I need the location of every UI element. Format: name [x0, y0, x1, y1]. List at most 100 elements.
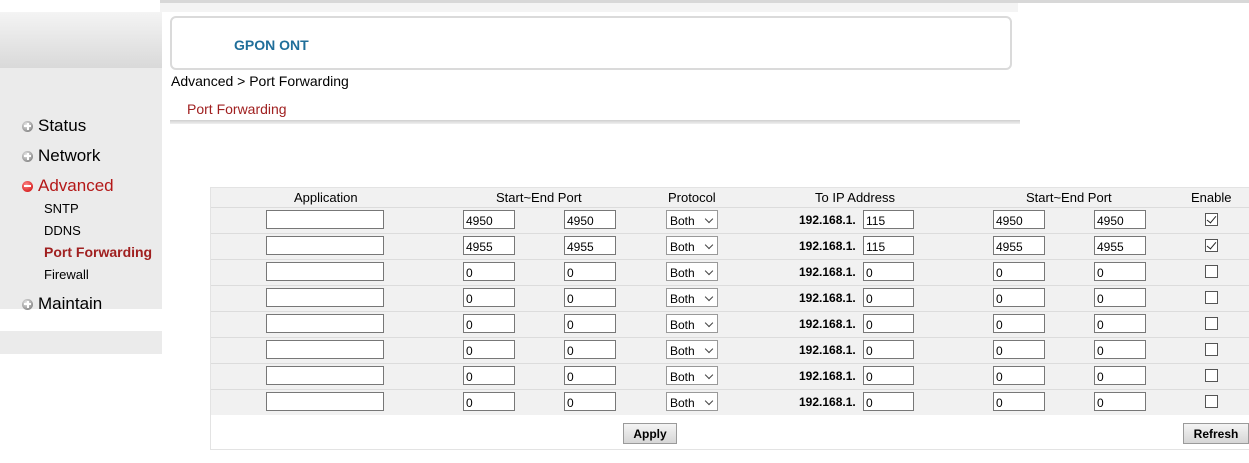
start-port-input[interactable]	[463, 392, 515, 411]
table-row: Both 192.168.1.	[211, 259, 1249, 285]
port-forwarding-table: Application Start~End Port Protocol To I…	[210, 187, 1249, 450]
application-input[interactable]	[266, 340, 384, 359]
internal-start-port-input[interactable]	[993, 236, 1045, 255]
enable-checkbox[interactable]	[1205, 213, 1218, 226]
end-port-input[interactable]	[564, 236, 616, 255]
ip-prefix-label: 192.168.1.	[799, 213, 856, 227]
internal-end-port-input[interactable]	[1094, 288, 1146, 307]
sidebar-subitem-port-forwarding[interactable]: Port Forwarding	[44, 244, 152, 260]
protocol-select[interactable]: Both	[666, 314, 718, 333]
protocol-select[interactable]: Both	[666, 340, 718, 359]
end-port-input[interactable]	[564, 366, 616, 385]
internal-end-port-input[interactable]	[1094, 236, 1146, 255]
table-row: Both 192.168.1.	[211, 389, 1249, 415]
application-input[interactable]	[266, 262, 384, 281]
internal-start-port-input[interactable]	[993, 392, 1045, 411]
start-port-input[interactable]	[463, 262, 515, 281]
ip-prefix-label: 192.168.1.	[799, 369, 856, 383]
apply-button[interactable]: Apply	[623, 423, 677, 444]
tab-underline	[170, 120, 1020, 124]
enable-checkbox[interactable]	[1205, 291, 1218, 304]
protocol-select[interactable]: Both	[666, 366, 718, 385]
table-row: Both 192.168.1.	[211, 363, 1249, 389]
end-port-input[interactable]	[564, 288, 616, 307]
enable-checkbox[interactable]	[1205, 343, 1218, 356]
application-input[interactable]	[266, 392, 384, 411]
start-port-input[interactable]	[463, 236, 515, 255]
internal-end-port-input[interactable]	[1094, 262, 1146, 281]
internal-start-port-input[interactable]	[993, 340, 1045, 359]
ip-last-octet-input[interactable]	[863, 236, 914, 255]
enable-checkbox[interactable]	[1205, 317, 1218, 330]
internal-start-port-input[interactable]	[993, 288, 1045, 307]
header-banner: GPON ONT	[170, 16, 1012, 70]
internal-start-port-input[interactable]	[993, 366, 1045, 385]
protocol-select[interactable]: Both	[666, 392, 718, 411]
plus-circle-icon	[22, 120, 33, 132]
ip-last-octet-input[interactable]	[863, 392, 914, 411]
ip-last-octet-input[interactable]	[863, 288, 914, 307]
sidebar-item-network[interactable]: Network	[22, 146, 100, 166]
enable-checkbox[interactable]	[1205, 395, 1218, 408]
ip-last-octet-input[interactable]	[863, 340, 914, 359]
end-port-input[interactable]	[564, 392, 616, 411]
ip-last-octet-input[interactable]	[863, 210, 914, 229]
internal-end-port-input[interactable]	[1094, 392, 1146, 411]
internal-end-port-input[interactable]	[1094, 210, 1146, 229]
enable-checkbox[interactable]	[1205, 265, 1218, 278]
sidebar-subitem-firewall[interactable]: Firewall	[44, 267, 89, 282]
internal-end-port-input[interactable]	[1094, 340, 1146, 359]
minus-circle-icon	[22, 180, 33, 192]
ip-prefix-label: 192.168.1.	[799, 291, 856, 305]
enable-checkbox[interactable]	[1205, 369, 1218, 382]
start-port-input[interactable]	[463, 210, 515, 229]
start-port-input[interactable]	[463, 366, 515, 385]
device-title: GPON ONT	[234, 37, 309, 53]
sidebar-item-status[interactable]: Status	[22, 116, 86, 136]
sidebar-item-label: Status	[38, 116, 87, 135]
sidebar-subitem-sntp[interactable]: SNTP	[44, 201, 79, 216]
sidebar-item-label: Advanced	[38, 176, 114, 195]
protocol-select[interactable]: Both	[666, 262, 718, 281]
internal-start-port-input[interactable]	[993, 314, 1045, 333]
sidebar-item-advanced[interactable]: Advanced	[22, 176, 114, 196]
protocol-select[interactable]: Both	[666, 288, 718, 307]
col-header-to-ip: To IP Address	[815, 190, 895, 205]
protocol-select[interactable]: Both	[666, 210, 718, 229]
enable-checkbox[interactable]	[1205, 239, 1218, 252]
ip-last-octet-input[interactable]	[863, 314, 914, 333]
breadcrumb: Advanced > Port Forwarding	[171, 73, 349, 89]
end-port-input[interactable]	[564, 210, 616, 229]
col-header-start-end-port-2: Start~End Port	[1026, 190, 1112, 205]
ip-prefix-label: 192.168.1.	[799, 395, 856, 409]
end-port-input[interactable]	[564, 262, 616, 281]
internal-end-port-input[interactable]	[1094, 366, 1146, 385]
sidebar-subitem-ddns[interactable]: DDNS	[44, 223, 81, 238]
table-row: Both 192.168.1.	[211, 285, 1249, 311]
tab-port-forwarding[interactable]: Port Forwarding	[187, 101, 287, 117]
application-input[interactable]	[266, 366, 384, 385]
start-port-input[interactable]	[463, 340, 515, 359]
col-header-protocol: Protocol	[668, 190, 716, 205]
col-header-enable: Enable	[1191, 190, 1232, 205]
plus-circle-icon	[22, 298, 33, 310]
sidebar: Status Network Advanced SNTP DDNS Port F…	[0, 68, 162, 354]
start-port-input[interactable]	[463, 288, 515, 307]
ip-last-octet-input[interactable]	[863, 366, 914, 385]
application-input[interactable]	[266, 288, 384, 307]
internal-end-port-input[interactable]	[1094, 314, 1146, 333]
end-port-input[interactable]	[564, 314, 616, 333]
ip-prefix-label: 192.168.1.	[799, 343, 856, 357]
top-band	[160, 3, 1018, 12]
start-port-input[interactable]	[463, 314, 515, 333]
refresh-button[interactable]: Refresh	[1183, 423, 1249, 444]
end-port-input[interactable]	[564, 340, 616, 359]
application-input[interactable]	[266, 236, 384, 255]
sidebar-item-maintain[interactable]: Maintain	[22, 294, 102, 314]
internal-start-port-input[interactable]	[993, 210, 1045, 229]
protocol-select[interactable]: Both	[666, 236, 718, 255]
application-input[interactable]	[266, 314, 384, 333]
application-input[interactable]	[266, 210, 384, 229]
ip-last-octet-input[interactable]	[863, 262, 914, 281]
internal-start-port-input[interactable]	[993, 262, 1045, 281]
